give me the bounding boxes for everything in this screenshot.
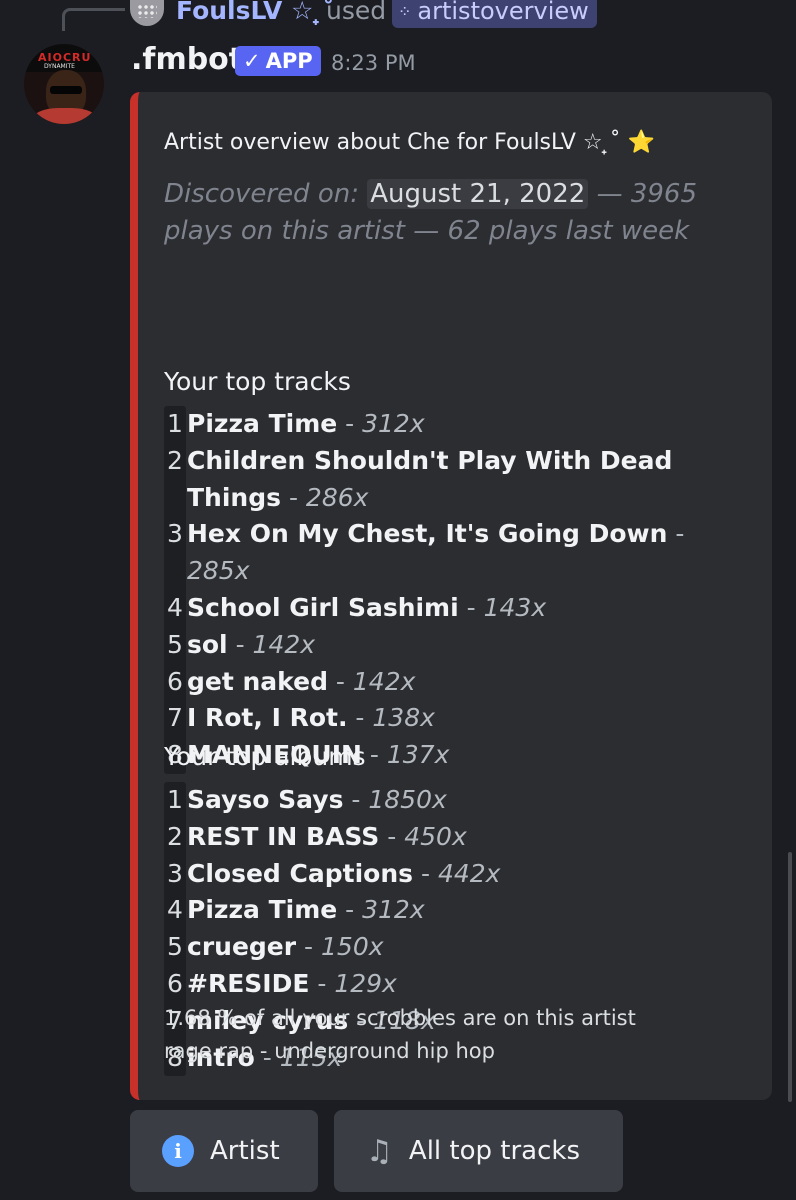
- embed-footer: 1.68 % of all your scrobbles are on this…: [164, 1002, 636, 1068]
- bot-username[interactable]: .fmbot: [131, 42, 243, 77]
- track-item-title[interactable]: School Girl Sashimi: [187, 593, 459, 622]
- album-item-playcount: 450x: [404, 821, 467, 851]
- track-item-title[interactable]: Hex On My Chest, It's Going Down: [187, 519, 667, 548]
- app-badge: ✓ APP: [235, 46, 321, 76]
- album-item-title[interactable]: Closed Captions: [187, 859, 413, 888]
- album-item: 6 #RESIDE - 129x: [164, 966, 754, 1003]
- track-item-rank: 1: [167, 409, 183, 438]
- track-item: 1 Pizza Time - 312x: [164, 406, 754, 443]
- album-item-playcount: 150x: [321, 932, 384, 962]
- album-item: 4 Pizza Time - 312x: [164, 892, 754, 929]
- track-item-playcount: 138x: [372, 703, 435, 733]
- track-item-playcount: 143x: [483, 592, 547, 622]
- track-item-rank: 3: [167, 519, 183, 549]
- track-item-playcount: 285x: [187, 556, 250, 586]
- command-name: artistoverview: [417, 0, 589, 25]
- track-item-title[interactable]: Children Shouldn't Play With Dead Things: [187, 446, 672, 512]
- command-pill[interactable]: ⁘ artistoverview: [392, 0, 597, 28]
- scrobble-percentage: 1.68 % of all your scrobbles are on this…: [164, 1006, 636, 1030]
- music-notes-icon: ♫: [366, 1133, 393, 1169]
- album-item: 5 crueger - 150x: [164, 929, 754, 966]
- all-top-tracks-label: All top tracks: [408, 1136, 580, 1166]
- track-item-rank: 7: [167, 703, 183, 733]
- track-item-title[interactable]: I Rot, I Rot.: [187, 703, 347, 732]
- artist-button-label: Artist: [210, 1136, 280, 1166]
- track-item-playcount: 286x: [305, 482, 369, 512]
- track-item: 2 Children Shouldn't Play With Dead Thing…: [164, 443, 754, 517]
- track-item: 6 get naked - 142x: [164, 664, 754, 701]
- track-item-rank: 5: [167, 629, 183, 659]
- album-item: 2 REST IN BASS - 450x: [164, 819, 754, 856]
- album-item-title[interactable]: Sayso Says: [187, 785, 343, 814]
- artist-overview-embed: Artist overview about Che for FoulsLV ☆ …: [130, 92, 772, 1100]
- track-item-playcount: 137x: [386, 740, 450, 770]
- track-item-playcount: 142x: [352, 666, 416, 696]
- album-item: 3 Closed Captions - 442x: [164, 856, 754, 893]
- album-item-title[interactable]: Pizza Time: [187, 895, 337, 924]
- discord-message: FoulsLV ☆ ̟˚ used ⁘ artistoverview AIOCR…: [0, 0, 796, 1200]
- track-item-title[interactable]: Pizza Time: [187, 409, 337, 438]
- reply-used-label: used: [326, 0, 387, 25]
- scrollbar[interactable]: [788, 852, 792, 1102]
- album-item-title[interactable]: REST IN BASS: [187, 822, 379, 851]
- info-icon: i: [162, 1135, 194, 1167]
- album-item-rank: 3: [167, 858, 183, 888]
- track-item: 3 Hex On My Chest, It's Going Down - 285x: [164, 516, 754, 590]
- reply-username[interactable]: FoulsLV ☆ ̟˚: [176, 0, 335, 25]
- track-item-rank: 6: [167, 666, 183, 696]
- reply-connector: [62, 8, 125, 31]
- album-item-rank: 1: [167, 785, 183, 814]
- album-item-title[interactable]: #RESIDE: [187, 969, 309, 998]
- album-item: 1 Sayso Says - 1850x: [164, 782, 754, 819]
- message-timestamp[interactable]: 8:23 PM: [331, 51, 416, 75]
- embed-title: Artist overview about Che for FoulsLV ☆ …: [164, 130, 656, 155]
- top-albums-heading: Your top albums: [164, 742, 366, 771]
- bot-avatar[interactable]: AIOCRU DYNAMITE: [24, 44, 104, 124]
- app-badge-label: APP: [265, 49, 313, 73]
- reply-avatar[interactable]: [130, 0, 164, 26]
- track-item-rank: 4: [167, 592, 183, 622]
- artist-button[interactable]: i Artist: [130, 1110, 318, 1192]
- top-tracks-heading: Your top tracks: [164, 367, 351, 396]
- slash-command-icon: ⁘: [398, 1, 412, 21]
- track-item: 7I Rot, I Rot. - 138x: [164, 700, 754, 737]
- album-item-playcount: 129x: [334, 968, 397, 998]
- album-item-playcount: 442x: [437, 858, 501, 888]
- album-item-playcount: 1850x: [368, 785, 447, 814]
- track-item-title[interactable]: sol: [187, 630, 228, 659]
- track-item-rank: 2: [167, 445, 183, 475]
- embed-description: Discovered on: August 21, 2022 — 3965 pl…: [164, 176, 734, 250]
- track-item-title[interactable]: get naked: [187, 667, 328, 696]
- genre-tags: rage rap - underground hip hop: [164, 1039, 495, 1063]
- discovered-label: Discovered on:: [164, 179, 359, 209]
- all-top-tracks-button[interactable]: ♫ All top tracks: [334, 1110, 623, 1192]
- check-icon: ✓: [243, 49, 261, 73]
- album-item-playcount: 312x: [362, 895, 425, 925]
- album-item-rank: 4: [167, 895, 183, 925]
- track-item: 4 School Girl Sashimi - 143x: [164, 590, 754, 627]
- album-item-rank: 2: [167, 821, 183, 851]
- album-item-title[interactable]: crueger: [187, 932, 296, 961]
- album-item-rank: 6: [167, 968, 183, 998]
- track-item: 5 sol - 142x: [164, 627, 754, 664]
- discovered-date[interactable]: August 21, 2022: [367, 179, 589, 209]
- album-item-rank: 5: [167, 932, 183, 962]
- top-tracks-list: 1 Pizza Time - 312x 2 Children Shouldn't Pl…: [164, 406, 754, 774]
- track-item-playcount: 312x: [362, 409, 425, 438]
- track-item-playcount: 142x: [252, 629, 316, 659]
